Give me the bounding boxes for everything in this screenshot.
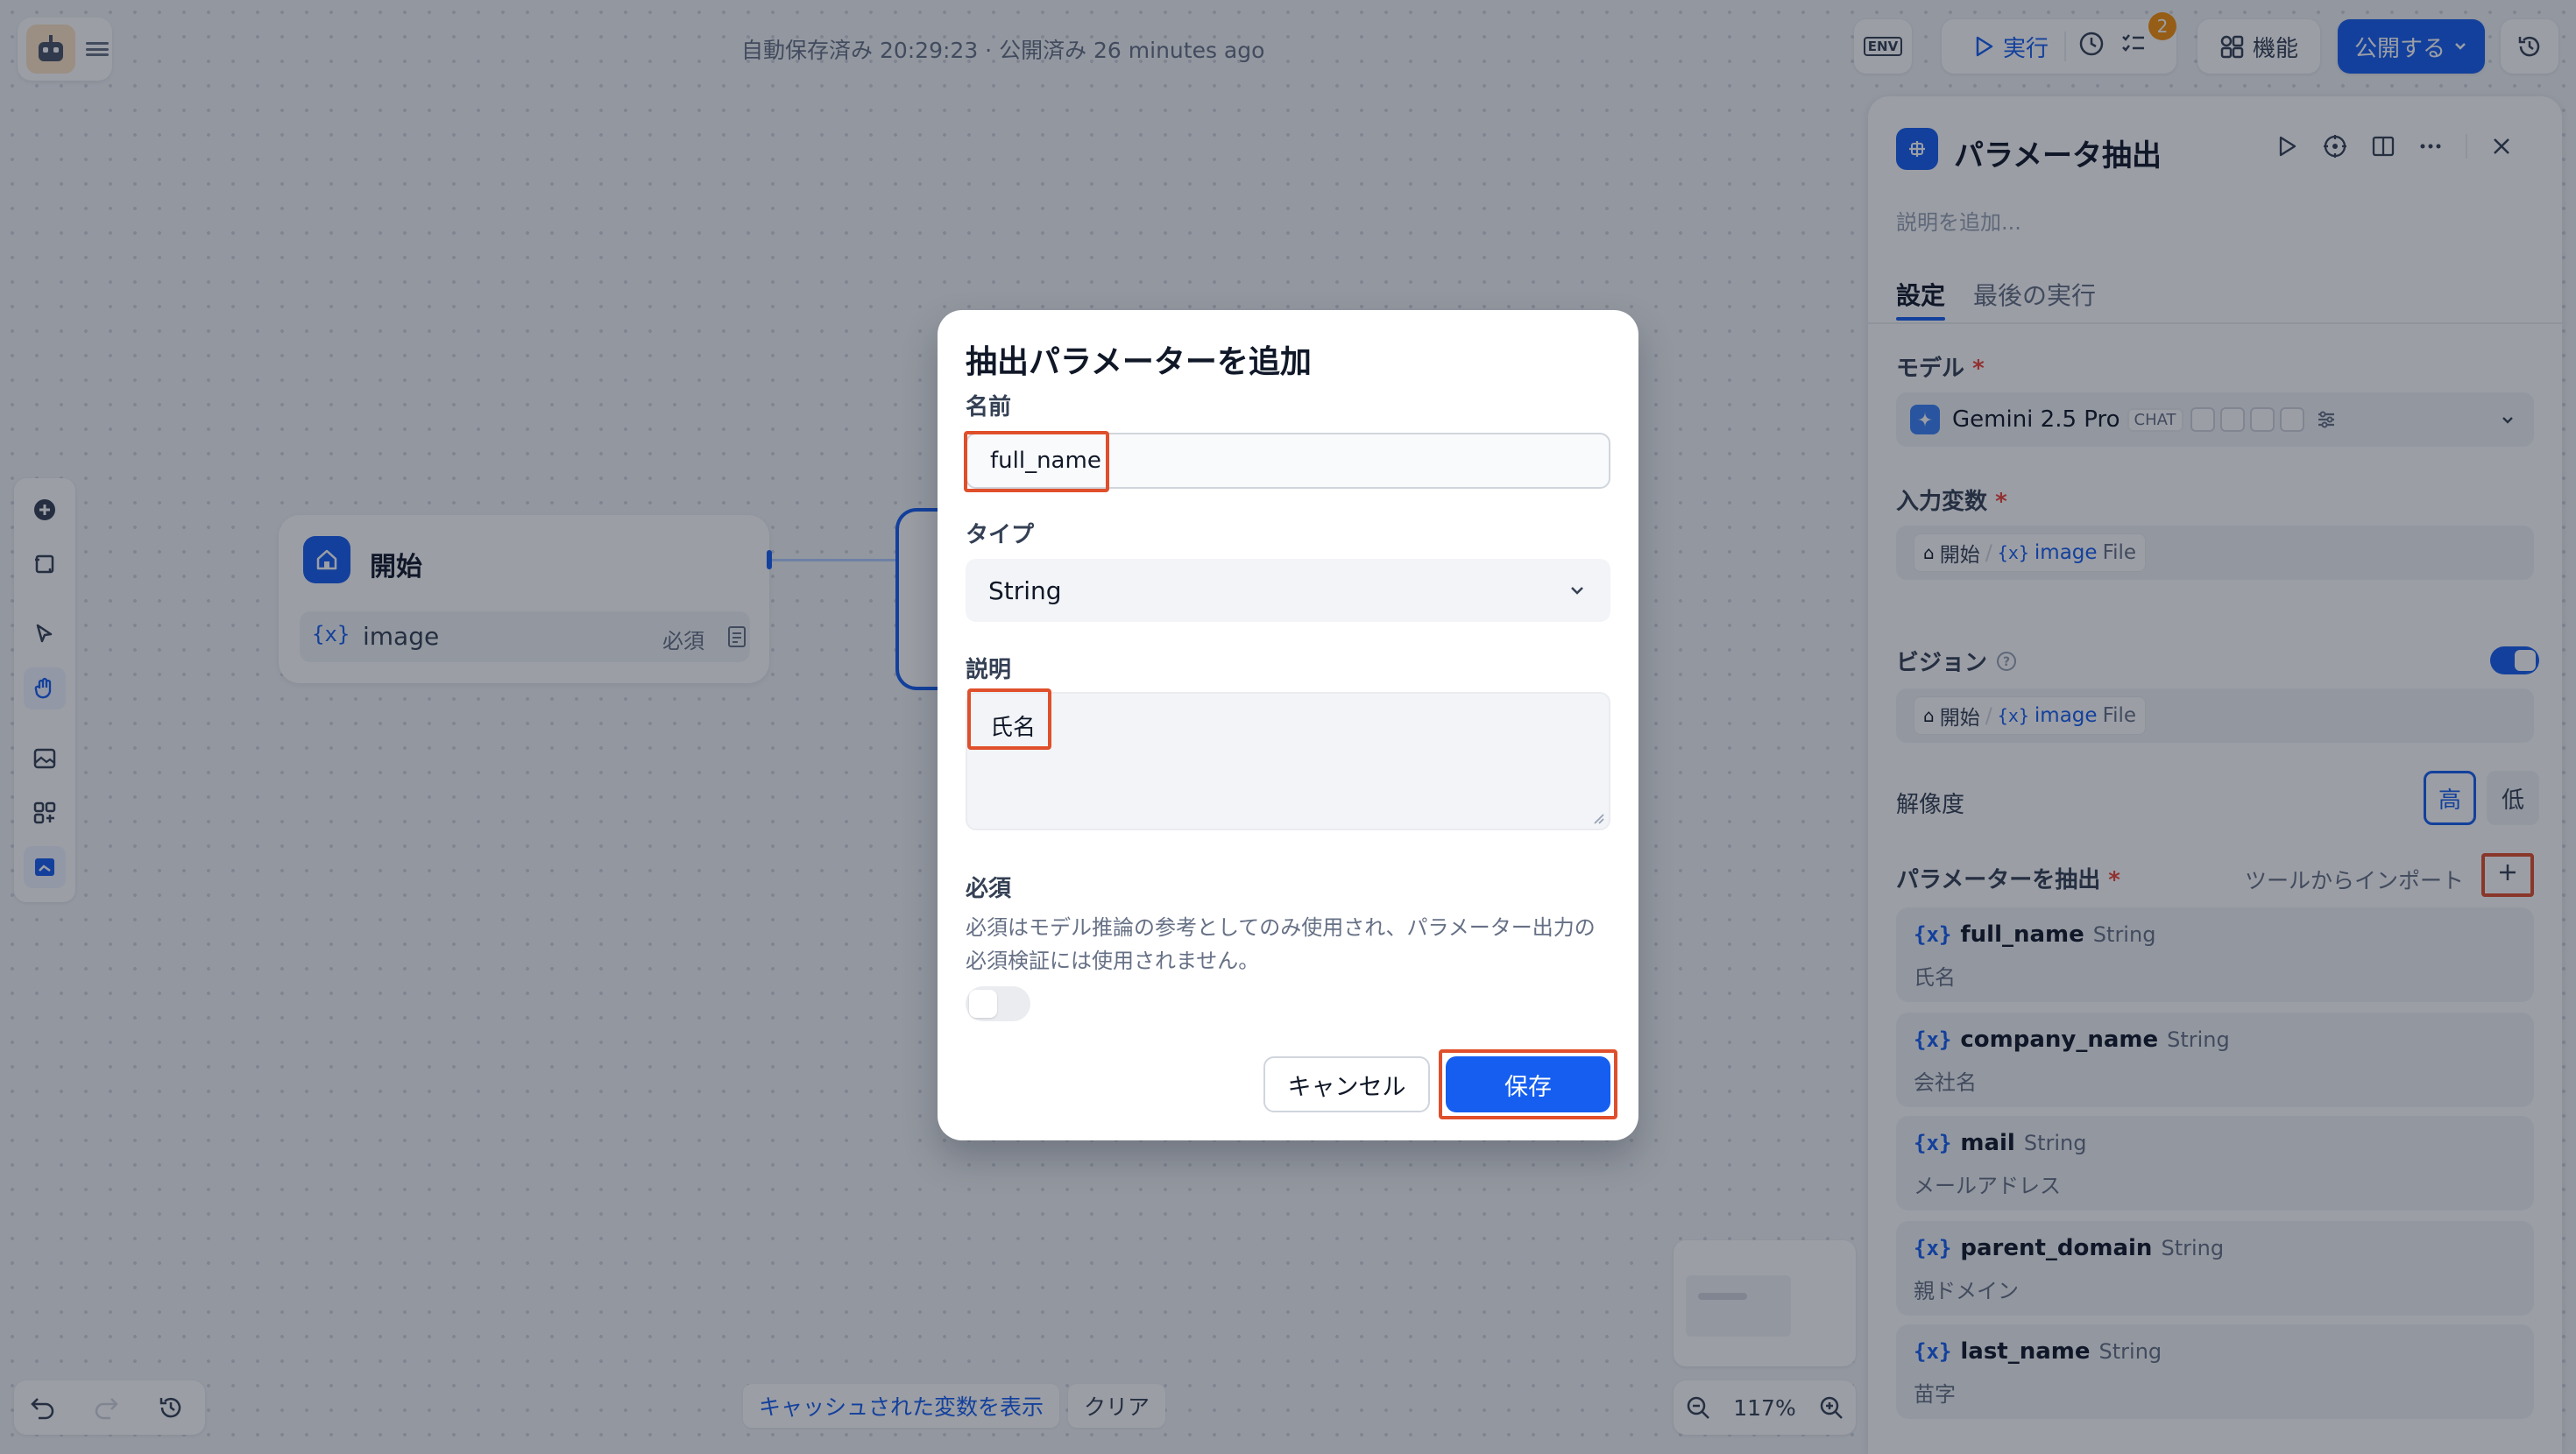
highlight-box xyxy=(1439,1049,1617,1119)
required-help-text: 必須はモデル推論の参考としてのみ使用され、パラメーター出力の必須検証には使用され… xyxy=(966,915,1596,973)
resize-handle-icon[interactable] xyxy=(1591,811,1605,825)
chevron-down-icon xyxy=(1571,587,1583,595)
type-label: タイプ xyxy=(966,522,1035,548)
dialog-title: 抽出パラメーターを追加 xyxy=(966,344,1312,380)
cancel-button[interactable]: キャンセル xyxy=(1263,1056,1430,1112)
type-select[interactable]: String xyxy=(966,559,1610,622)
highlight-box xyxy=(964,431,1109,492)
type-value: String xyxy=(988,575,1062,605)
highlight-box xyxy=(967,688,1051,750)
required-label: 必須 xyxy=(966,876,1012,902)
required-toggle[interactable] xyxy=(966,986,1030,1021)
add-parameter-dialog: 抽出パラメーターを追加 名前 full_name タイプ String 説明 氏… xyxy=(938,310,1638,1140)
name-label: 名前 xyxy=(966,394,1012,420)
description-label: 説明 xyxy=(966,657,1012,683)
description-textarea[interactable]: 氏名 xyxy=(966,692,1610,830)
